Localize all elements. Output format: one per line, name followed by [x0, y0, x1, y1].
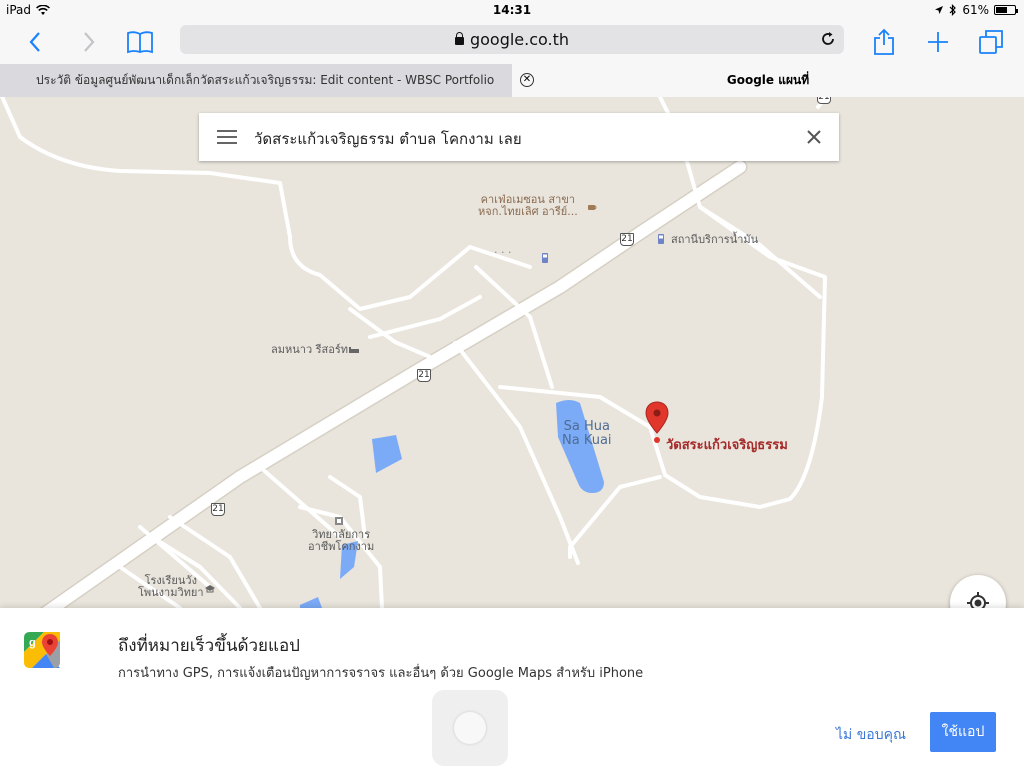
hotel-icon	[349, 347, 359, 353]
assistive-touch-button[interactable]	[432, 690, 508, 766]
tab-bar: ประวัติ ข้อมูลศูนย์พัฒนาเด็กเล็กวัดสระแก…	[0, 64, 1024, 97]
reload-button[interactable]	[820, 31, 836, 51]
plus-icon	[928, 32, 948, 52]
reload-icon	[822, 32, 834, 45]
location-arrow-icon	[935, 6, 944, 14]
new-tab-button[interactable]	[924, 20, 952, 64]
cafe-amazon-label[interactable]: คาเฟ่อเมซอน สาขา หจก.ไทยเลิศ อารีย์...	[478, 194, 578, 218]
college-label-line-2: อาชีพโคกงาม	[308, 540, 375, 553]
browser-toolbar: google.co.th	[0, 20, 1024, 64]
no-thanks-button[interactable]: ไม่ ขอบคุณ	[836, 724, 906, 746]
gas-station-icon	[542, 253, 548, 263]
banner-subtitle: การนำทาง GPS, การแจ้งเตือนปัญหาการจราจร …	[118, 666, 644, 681]
tab-google-maps[interactable]: ✕ Google แผนที่	[512, 64, 1024, 97]
tabs-overview-button[interactable]	[976, 20, 1006, 64]
status-bar: iPad 14:31 61%	[0, 0, 1024, 20]
cafe-label-line-2: หจก.ไทยเลิศ อารีย์...	[478, 205, 578, 218]
school-label-line-2: โพนงามวิทยา	[138, 586, 204, 599]
highway-21-shield: 21	[417, 369, 431, 382]
banner-title: ถึงที่หมายเร็วขึ้นด้วยแอป	[118, 636, 300, 656]
share-button[interactable]	[870, 20, 898, 64]
lock-icon	[454, 32, 464, 45]
lake-label-line-1: Sa Hua	[563, 419, 610, 434]
map-canvas[interactable]: 21 21 21 21 คาเฟ่อเมซอน สาขา หจก.ไทยเลิศ…	[0, 97, 1024, 608]
gas-station-icon	[658, 234, 664, 244]
highway-21-shield: 21	[620, 233, 634, 246]
lake-label: Sa Hua Na Kuai	[562, 420, 612, 448]
bookmarks-icon	[127, 31, 153, 54]
address-bar[interactable]: google.co.th	[180, 25, 844, 54]
cafe-icon	[588, 205, 597, 210]
share-icon	[874, 28, 894, 55]
back-icon	[29, 32, 40, 52]
url-text: google.co.th	[469, 30, 570, 49]
tab-title: ประวัติ ข้อมูลศูนย์พัฒนาเด็กเล็กวัดสระแก…	[36, 73, 495, 87]
forward-button[interactable]	[74, 20, 104, 64]
google-maps-app-icon: g	[24, 632, 60, 668]
map-search-box[interactable]: วัดสระแก้วเจริญธรรม ตำบล โคกงาม เลย	[199, 113, 839, 161]
search-query[interactable]: วัดสระแก้วเจริญธรรม ตำบล โคกงาม เลย	[254, 127, 522, 151]
clear-search-icon[interactable]	[803, 126, 825, 148]
safari-window: iPad 14:31 61% google.co.th ประวัติ ข้อม…	[0, 0, 1024, 768]
bookmarks-button[interactable]	[124, 20, 156, 64]
tab-wbsc-portfolio[interactable]: ประวัติ ข้อมูลศูนย์พัฒนาเด็กเล็กวัดสระแก…	[0, 64, 512, 97]
use-app-button[interactable]: ใช้แอป	[930, 712, 996, 752]
school-label[interactable]: โรงเรียนวัง โพนงามวิทยา	[138, 575, 204, 599]
highway-21-shield: 21	[211, 503, 225, 516]
menu-icon[interactable]	[217, 130, 237, 144]
forward-icon	[84, 32, 95, 52]
graduation-cap-icon	[205, 585, 215, 593]
school-icon	[335, 517, 343, 525]
close-tab-icon[interactable]: ✕	[520, 73, 534, 87]
water-bodies	[300, 400, 604, 608]
tab-title: Google แผนที่	[726, 73, 810, 87]
lake-label-line-2: Na Kuai	[562, 433, 612, 448]
map-dots: · · ·	[494, 246, 512, 259]
tabs-icon	[979, 30, 1003, 54]
gas-station-label[interactable]: สถานีบริการน้ำมัน	[671, 234, 758, 246]
resort-label[interactable]: ลมหนาว รีสอร์ท	[271, 344, 348, 356]
bluetooth-icon	[949, 4, 957, 16]
map-roads	[0, 97, 829, 608]
battery-percent: 61%	[962, 3, 989, 17]
svg-text:g: g	[29, 637, 36, 649]
clock: 14:31	[492, 3, 532, 17]
app-promo-banner: g ถึงที่หมายเร็วขึ้นด้วยแอป การนำทาง GPS…	[0, 608, 1024, 768]
back-button[interactable]	[20, 20, 50, 64]
pin-label[interactable]: วัดสระแก้วเจริญธรรม	[666, 434, 788, 455]
battery-icon	[994, 5, 1018, 15]
highway-21-shield: 21	[817, 97, 831, 104]
college-label[interactable]: วิทยาลัยการ อาชีพโคกงาม	[308, 529, 374, 553]
